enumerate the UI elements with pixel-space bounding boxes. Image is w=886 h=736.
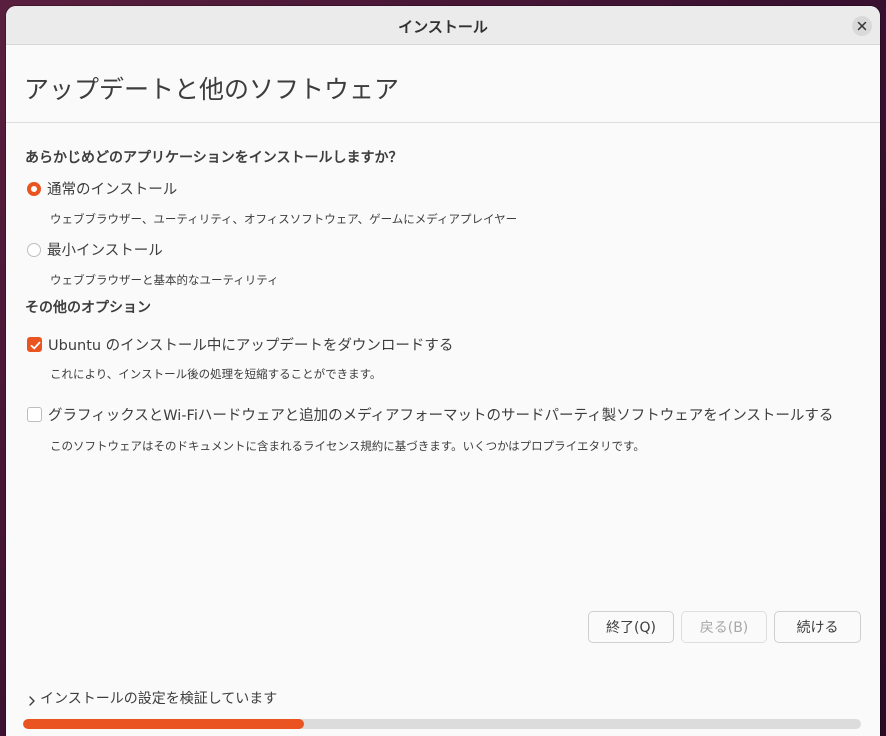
- status-text: インストールの設定を検証しています: [40, 691, 278, 707]
- chevron-right-icon: [29, 696, 35, 706]
- installer-window: インストール アップデートと他のソフトウェア あらかじめどのアプリケーションをイ…: [6, 6, 880, 736]
- window-title: インストール: [398, 18, 488, 36]
- continue-button[interactable]: 続ける: [774, 611, 861, 643]
- check-icon: [30, 341, 41, 350]
- close-button[interactable]: [852, 16, 872, 36]
- status-expander[interactable]: インストールの設定を検証しています: [28, 688, 277, 708]
- back-button[interactable]: 戻る(B): [681, 611, 767, 643]
- radio-minimal-install-label: 最小インストール: [47, 243, 163, 259]
- radio-normal-install-label: 通常のインストール: [47, 182, 178, 198]
- other-options-heading: その他のオプション: [25, 300, 151, 316]
- checkbox-download-updates[interactable]: Ubuntu のインストール中にアップデートをダウンロードする: [27, 334, 453, 355]
- checkbox-third-party-box[interactable]: [27, 407, 42, 422]
- page-title: アップデートと他のソフトウェア: [24, 75, 400, 104]
- page-header: アップデートと他のソフトウェア: [6, 45, 880, 123]
- checkbox-download-updates-box[interactable]: [27, 337, 42, 352]
- checkbox-download-updates-label: Ubuntu のインストール中にアップデートをダウンロードする: [48, 338, 454, 354]
- install-type-question: あらかじめどのアプリケーションをインストールしますか？: [25, 150, 403, 166]
- quit-button[interactable]: 終了(Q): [588, 611, 674, 643]
- close-icon: [857, 21, 867, 31]
- titlebar: インストール: [6, 6, 880, 45]
- radio-normal-install-indicator[interactable]: [27, 181, 41, 196]
- normal-install-description: ウェブブラウザー、ユーティリティ、オフィスソフトウェア、ゲームにメディアプレイヤ…: [50, 212, 518, 226]
- progress-bar: [23, 719, 861, 729]
- minimal-install-description: ウェブブラウザーと基本的なユーティリティ: [50, 273, 279, 287]
- checkbox-third-party-label: グラフィックスとWi-Fiハードウェアと追加のメディアフォーマットのサードパーテ…: [48, 408, 834, 424]
- checkbox-third-party[interactable]: グラフィックスとWi-Fiハードウェアと追加のメディアフォーマットのサードパーテ…: [27, 404, 833, 425]
- radio-normal-install[interactable]: 通常のインストール: [27, 178, 177, 199]
- download-updates-description: これにより、インストール後の処理を短縮することができます。: [50, 367, 382, 381]
- radio-minimal-install-indicator[interactable]: [27, 242, 41, 257]
- third-party-description: このソフトウェアはそのドキュメントに含まれるライセンス規約に基づきます。いくつか…: [50, 439, 645, 453]
- progress-fill: [23, 719, 304, 729]
- radio-minimal-install[interactable]: 最小インストール: [27, 239, 163, 260]
